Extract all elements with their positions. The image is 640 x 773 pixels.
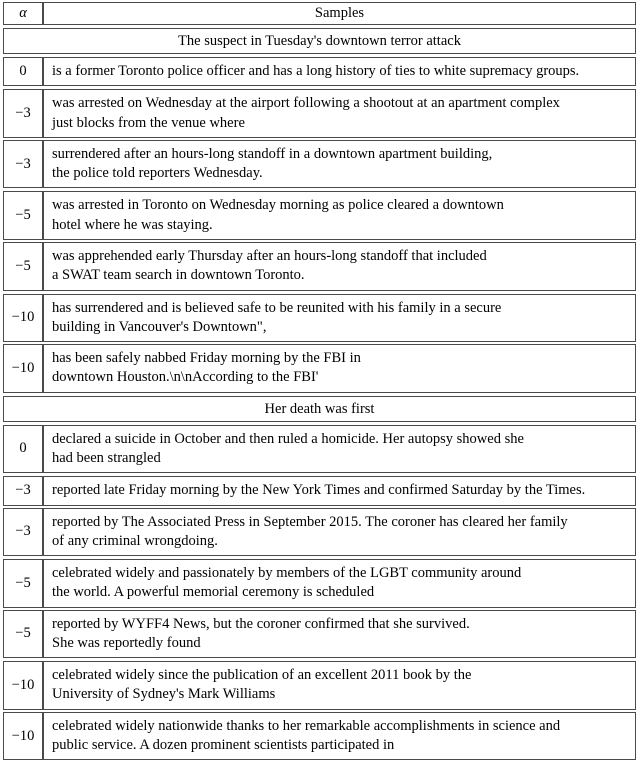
- alpha-value: −5: [3, 609, 43, 659]
- sample-line: had been strangled: [52, 449, 161, 466]
- samples-table-body: α Samples The suspect in Tuesday's downtow…: [3, 2, 636, 761]
- sample-text: was arrested on Wednesday at the airport…: [43, 89, 636, 138]
- sample-line: has surrendered and is believed safe to …: [52, 299, 502, 316]
- table-row: −3 reported late Friday morning by the Ne…: [3, 476, 636, 506]
- sample-text: reported late Friday morning by the New …: [43, 476, 636, 506]
- table-row: −10 celebrated widely since the publicati…: [3, 661, 636, 710]
- alpha-value: −10: [3, 711, 43, 761]
- sample-text: is a former Toronto police officer and h…: [43, 57, 636, 87]
- alpha-value: 0: [3, 57, 43, 87]
- sample-text: reported by The Associated Press in Sept…: [43, 507, 636, 557]
- sample-line: the police told reporters Wednesday.: [52, 165, 263, 182]
- samples-table: α Samples The suspect in Tuesday's downtow…: [3, 2, 636, 761]
- alpha-value: −3: [3, 139, 43, 189]
- sample-line: hotel where he was staying.: [52, 216, 213, 233]
- section-prompt: Her death was first: [3, 395, 636, 422]
- sample-line: reported late Friday morning by the New …: [52, 482, 586, 499]
- sample-line: just blocks from the venue where: [52, 114, 245, 131]
- sample-line: celebrated widely and passionately by me…: [52, 565, 522, 582]
- table-row: −3 was arrested on Wednesday at the airpo…: [3, 89, 636, 138]
- alpha-value: −5: [3, 559, 43, 608]
- sample-line: celebrated widely since the publication …: [52, 667, 472, 684]
- sample-text: was arrested in Toronto on Wednesday mor…: [43, 191, 636, 240]
- table-row: −10 has been safely nabbed Friday morning…: [3, 344, 636, 393]
- sample-line: building in Vancouver's Downtown",: [52, 318, 267, 335]
- sample-text: declared a suicide in October and then r…: [43, 424, 636, 474]
- table-row: −5 reported by WYFF4 News, but the corone…: [3, 609, 636, 659]
- sample-text: celebrated widely nationwide thanks to h…: [43, 711, 636, 761]
- sample-line: is a former Toronto police officer and h…: [52, 63, 580, 79]
- sample-line: was arrested in Toronto on Wednesday mor…: [52, 197, 504, 214]
- sample-line: declared a suicide in October and then r…: [52, 430, 524, 447]
- table-row: −3 reported by The Associated Press in Se…: [3, 507, 636, 557]
- alpha-value: −10: [3, 293, 43, 343]
- sample-line: downtown Houston.\n\nAccording to the FB…: [52, 369, 319, 386]
- sample-line: was arrested on Wednesday at the airport…: [52, 95, 560, 112]
- alpha-value: −5: [3, 191, 43, 240]
- alpha-value: −3: [3, 507, 43, 557]
- section-header-row: Her death was first: [3, 395, 636, 422]
- sample-line: reported by WYFF4 News, but the coroner …: [52, 615, 470, 632]
- sample-line: a SWAT team search in downtown Toronto.: [52, 267, 305, 284]
- sample-text: reported by WYFF4 News, but the coroner …: [43, 609, 636, 659]
- sample-line: the world. A powerful memorial ceremony …: [52, 584, 375, 601]
- table-row: 0 declared a suicide in October and then …: [3, 424, 636, 474]
- section-prompt: The suspect in Tuesday's downtown terror…: [3, 28, 636, 54]
- alpha-value: −5: [3, 241, 43, 291]
- column-header-alpha: α: [3, 2, 43, 25]
- table-row: −5 celebrated widely and passionately by …: [3, 559, 636, 608]
- table-row: −3 surrendered after an hours-long stando…: [3, 139, 636, 189]
- table-row: −5 was apprehended early Thursday after a…: [3, 241, 636, 291]
- sample-text: has been safely nabbed Friday morning by…: [43, 344, 636, 393]
- sample-text: surrendered after an hours-long standoff…: [43, 139, 636, 189]
- alpha-value: −3: [3, 89, 43, 138]
- sample-text: celebrated widely since the publication …: [43, 661, 636, 710]
- alpha-value: 0: [3, 424, 43, 474]
- column-header-samples: Samples: [43, 2, 636, 25]
- sample-line: reported by The Associated Press in Sept…: [52, 513, 568, 530]
- sample-text: has surrendered and is believed safe to …: [43, 293, 636, 343]
- sample-line: She was reportedly found: [52, 634, 201, 651]
- sample-line: public service. A dozen prominent scient…: [52, 737, 395, 754]
- alpha-value: −3: [3, 476, 43, 506]
- sample-line: was apprehended early Thursday after an …: [52, 247, 487, 264]
- alpha-value: −10: [3, 344, 43, 393]
- table-row: −5 was arrested in Toronto on Wednesday m…: [3, 191, 636, 240]
- sample-line: of any criminal wrongdoing.: [52, 532, 218, 549]
- table-row: −10 has surrendered and is believed safe …: [3, 293, 636, 343]
- sample-text: celebrated widely and passionately by me…: [43, 559, 636, 608]
- table-header-row: α Samples: [3, 2, 636, 25]
- sample-line: University of Sydney's Mark Williams: [52, 686, 276, 703]
- samples-table-container: α Samples The suspect in Tuesday's downtow…: [3, 2, 636, 761]
- table-row: −10 celebrated widely nationwide thanks t…: [3, 711, 636, 761]
- section-header-row: The suspect in Tuesday's downtown terror…: [3, 28, 636, 54]
- sample-line: celebrated widely nationwide thanks to h…: [52, 717, 561, 734]
- alpha-value: −10: [3, 661, 43, 710]
- sample-line: surrendered after an hours-long standoff…: [52, 145, 493, 162]
- sample-line: has been safely nabbed Friday morning by…: [52, 350, 361, 367]
- table-row: 0 is a former Toronto police officer and …: [3, 57, 636, 87]
- sample-text: was apprehended early Thursday after an …: [43, 241, 636, 291]
